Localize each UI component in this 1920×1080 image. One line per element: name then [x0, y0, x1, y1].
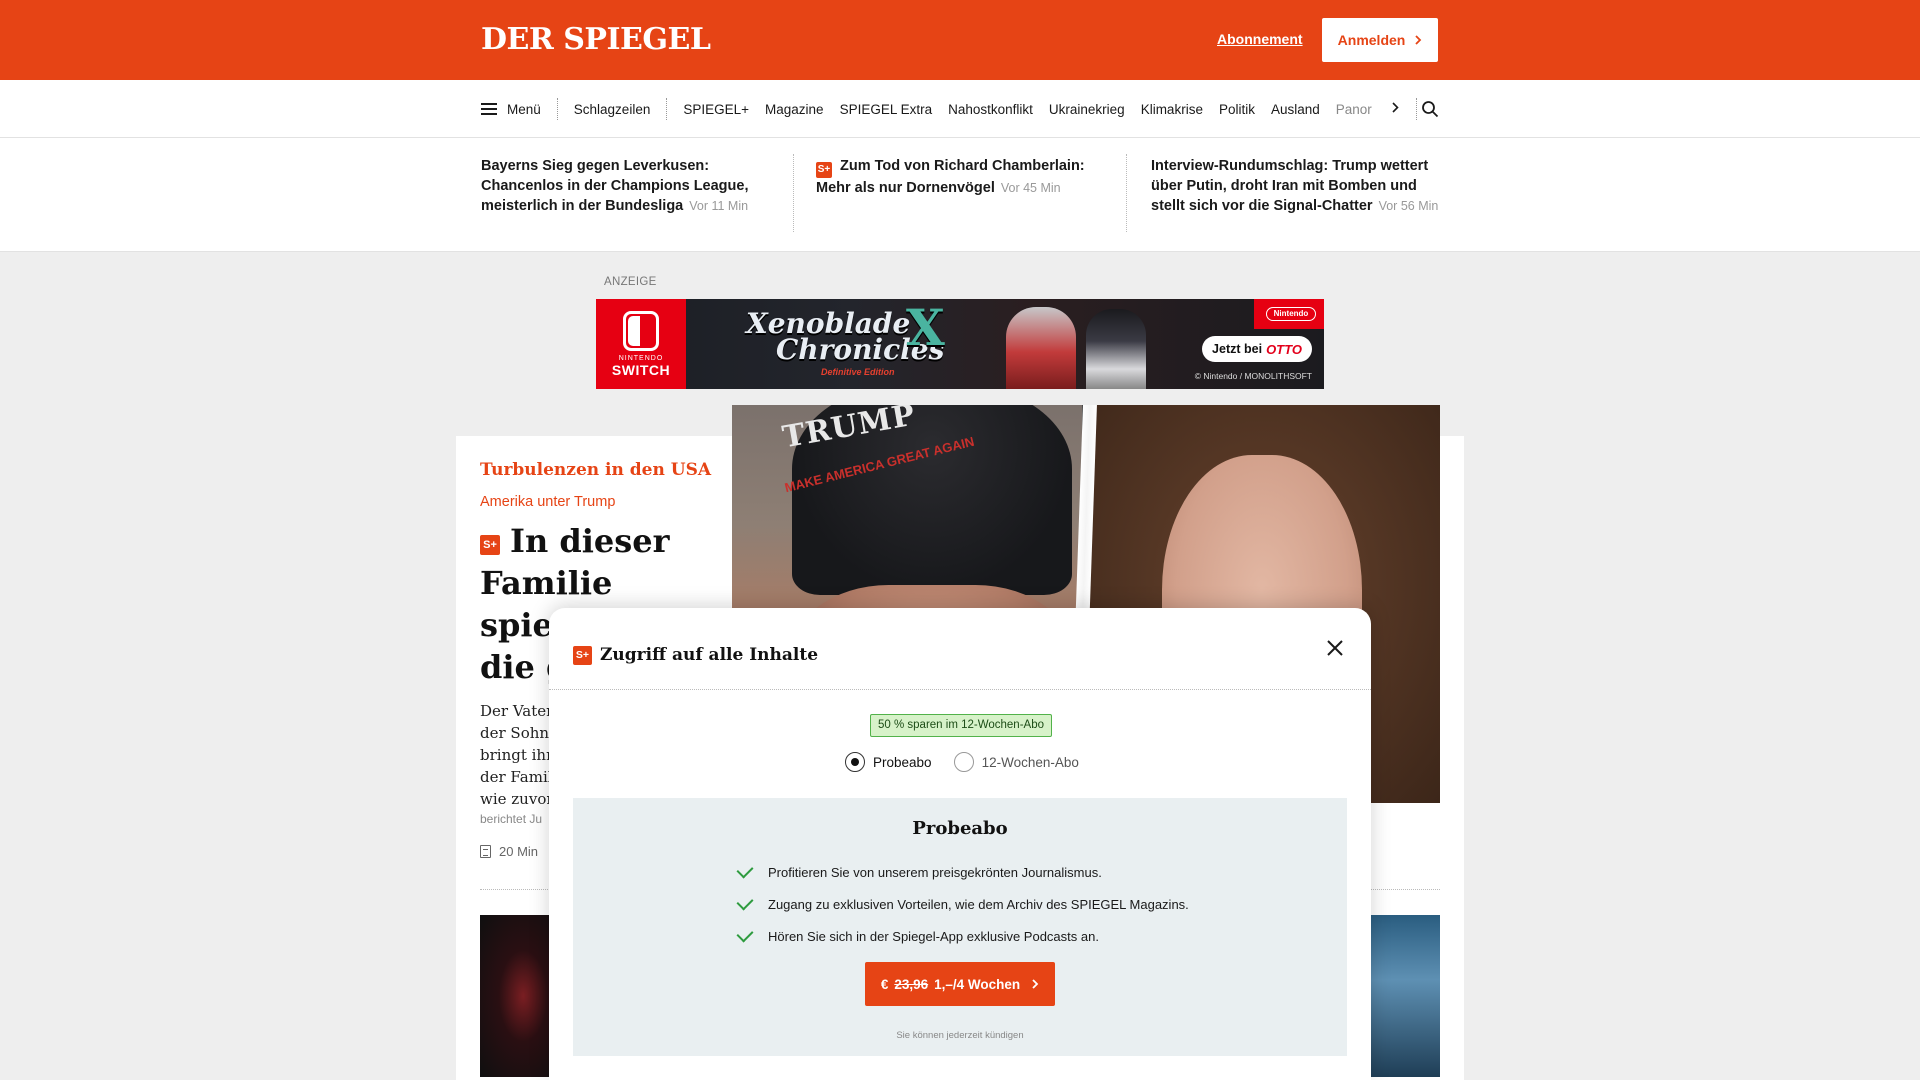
menu-label: Menü [507, 101, 541, 117]
nav-item-magazine[interactable]: Magazine [765, 102, 824, 117]
plan-option-probeabo[interactable]: Probeabo [845, 752, 932, 772]
nav-item-nahostkonflikt[interactable]: Nahostkonflikt [948, 102, 1033, 117]
ad-edition: Definitive Edition [821, 367, 895, 377]
nav-divider [1415, 98, 1417, 120]
teaser-divider [793, 154, 794, 232]
check-icon [736, 893, 754, 911]
nav-item-spiegel-plus[interactable]: SPIEGEL+ [683, 102, 749, 117]
login-button[interactable]: Anmelden [1322, 18, 1438, 62]
ad-character-image [1006, 307, 1076, 389]
article-lead-line: der Famili [480, 768, 550, 786]
login-button-label: Anmelden [1337, 32, 1406, 48]
article-lead-line: wie zuvor [480, 790, 550, 808]
plan-option-label: Probeabo [873, 754, 932, 770]
site-logo[interactable]: DER SPIEGEL [481, 22, 711, 57]
spiegel-plus-icon: S+ [573, 645, 592, 665]
teaser-item[interactable]: Interview-Rundumschlag: Trump wettert üb… [1151, 156, 1441, 216]
article-byline: berichtet Ju [480, 812, 543, 826]
main-nav: Menü Schlagzeilen SPIEGEL+ Magazine SPIE… [0, 80, 1920, 138]
benefit-text: Profitieren Sie von unserem preisgekrönt… [768, 864, 1102, 880]
benefit-text: Zugang zu exklusiven Vorteilen, wie dem … [768, 896, 1189, 912]
hamburger-icon [481, 103, 497, 115]
ad-platform: SWITCH [611, 361, 671, 378]
nav-divider [556, 98, 558, 120]
savings-badge: 50 % sparen im 12-Wochen-Abo [870, 714, 1052, 737]
ad-copyright: © Nintendo / MONOLITHSOFT [1194, 371, 1312, 381]
benefit-list: Profitieren Sie von unserem preisgekrönt… [736, 856, 1189, 952]
article-thumbnail[interactable] [1370, 915, 1440, 1077]
article-subkicker[interactable]: Amerika unter Trump [480, 494, 615, 510]
plan-selector: Probeabo 12-Wochen-Abo [845, 752, 1091, 772]
ad-platform-small: NINTENDO [618, 354, 664, 362]
ad-game-title: Xenoblade Chronicles X [746, 299, 945, 364]
read-time-value: 20 Min [499, 844, 539, 859]
plan-option-12-wochen[interactable]: 12-Wochen-Abo [953, 752, 1079, 772]
article-kicker[interactable]: Turbulenzen in den USA [480, 460, 711, 480]
check-icon [736, 925, 754, 943]
teaser-item[interactable]: Bayerns Sieg gegen Leverkusen: Chancenlo… [481, 156, 771, 216]
nintendo-badge: Nintendo [1266, 307, 1316, 321]
spiegel-plus-icon: S+ [480, 535, 500, 555]
ad-cta-button[interactable]: Jetzt bei OTTO [1202, 336, 1312, 362]
teaser-time: Vor 56 Min [1378, 199, 1439, 213]
chevron-right-icon [1392, 102, 1399, 113]
chevron-right-icon [1032, 979, 1039, 989]
otto-logo: OTTO [1266, 341, 1302, 357]
plan-title: Probeabo [912, 818, 1008, 839]
nav-item-spiegel-extra[interactable]: SPIEGEL Extra [840, 102, 933, 117]
ad-cta-prefix: Jetzt bei [1212, 342, 1263, 356]
breaking-news-bar: Bayerns Sieg gegen Leverkusen: Chancenlo… [0, 138, 1920, 252]
plan-option-label: 12-Wochen-Abo [981, 754, 1079, 770]
cancel-note: Sie können jederzeit kündigen [896, 1030, 1024, 1041]
chevron-right-icon [1415, 35, 1422, 45]
cta-old-price: 23,96 [894, 976, 929, 992]
search-icon[interactable] [1421, 100, 1439, 118]
nav-item-panorama[interactable]: Panor [1336, 102, 1376, 117]
cta-currency: € [880, 976, 889, 992]
ad-character-image [1086, 309, 1146, 389]
article-lead-line: Der Vater [480, 702, 550, 720]
spiegel-plus-icon: S+ [816, 162, 832, 178]
nav-item-schlagzeilen[interactable]: Schlagzeilen [574, 102, 651, 117]
nav-item-klimakrise[interactable]: Klimakrise [1141, 102, 1203, 117]
switch-icon [623, 310, 659, 351]
plan-details: Probeabo Profitieren Sie von unserem pre… [573, 798, 1347, 1056]
menu-button[interactable]: Menü [481, 102, 557, 117]
ad-label: ANZEIGE [604, 276, 657, 288]
nav-divider [666, 98, 668, 120]
benefit-item: Profitieren Sie von unserem preisgekrönt… [736, 856, 1189, 888]
teaser-time: Vor 45 Min [1000, 181, 1061, 195]
teaser-time: Vor 11 Min [689, 199, 749, 213]
nav-item-ausland[interactable]: Ausland [1271, 102, 1320, 117]
ad-game-x: X [906, 299, 945, 357]
article-lead-line: bringt ihn [480, 746, 550, 764]
benefit-item: Zugang zu exklusiven Vorteilen, wie dem … [736, 888, 1189, 920]
teaser-divider [1126, 154, 1127, 232]
radio-unchecked-icon[interactable] [953, 752, 974, 772]
nav-item-politik[interactable]: Politik [1219, 102, 1255, 117]
subscription-link[interactable]: Abonnement [1217, 31, 1303, 47]
cta-new-price: 1,–/4 Wochen [934, 976, 1021, 992]
radio-checked-icon[interactable] [845, 752, 865, 772]
article-lead: Der Vater der Sohn bringt ihn der Famili… [480, 700, 550, 810]
check-icon [736, 861, 754, 879]
teaser-item[interactable]: S+ Zum Tod von Richard Chamberlain: Mehr … [816, 156, 1106, 198]
subscribe-button[interactable]: € 23,96 1,–/4 Wochen [865, 962, 1055, 1006]
benefit-item: Hören Sie sich in der Spiegel-App exklus… [736, 920, 1189, 952]
close-icon[interactable] [1323, 636, 1347, 660]
nintendo-switch-logo: NINTENDO SWITCH [596, 299, 686, 389]
document-icon [480, 845, 491, 858]
nav-item-ukrainekrieg[interactable]: Ukrainekrieg [1049, 102, 1125, 117]
modal-title: S+ Zugriff auf alle Inhalte [573, 645, 818, 665]
nav-scroll-right-button[interactable] [1386, 100, 1406, 118]
modal-title-text: Zugriff auf alle Inhalte [600, 645, 819, 665]
article-thumbnail[interactable] [480, 915, 552, 1077]
ad-banner[interactable]: NINTENDO SWITCH Xenoblade Chronicles X D… [596, 299, 1324, 389]
site-header: DER SPIEGEL Abonnement Anmelden [0, 0, 1920, 80]
benefit-text: Hören Sie sich in der Spiegel-App exklus… [768, 928, 1099, 944]
article-lead-line: der Sohn [480, 724, 550, 742]
subscription-modal: S+ Zugriff auf alle Inhalte 50 % sparen … [549, 608, 1371, 1080]
article-read-time: 20 Min [480, 844, 538, 859]
modal-header: S+ Zugriff auf alle Inhalte [549, 608, 1371, 690]
